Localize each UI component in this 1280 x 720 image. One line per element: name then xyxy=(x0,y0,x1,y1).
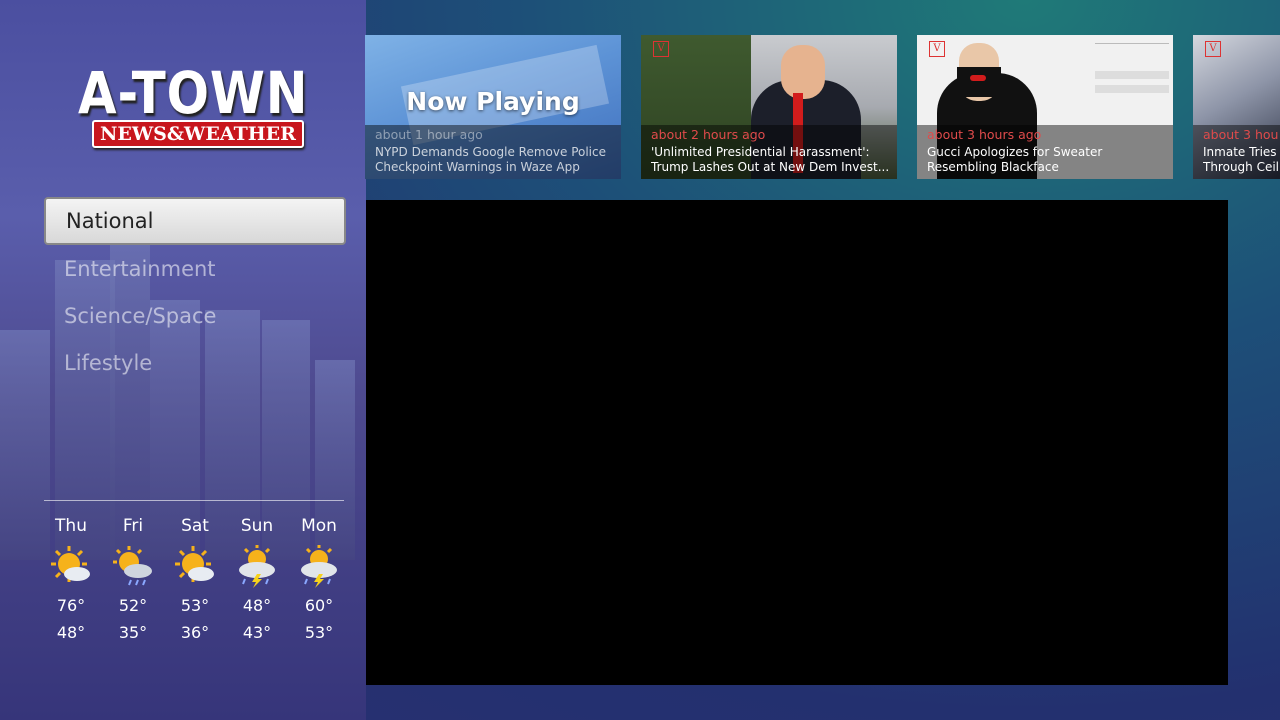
nav-item-science-space[interactable]: Science/Space xyxy=(44,293,346,339)
high-temp: 48° xyxy=(242,596,272,615)
day-name: Sun xyxy=(240,516,274,536)
thumbnail-title-line: Resembling Blackface xyxy=(927,160,1059,174)
low-temp: 43° xyxy=(242,623,272,642)
thumbnail-title: NYPD Demands Google Remove Police Checkp… xyxy=(375,145,618,175)
forecast-divider xyxy=(44,500,344,501)
high-temp: 52° xyxy=(118,596,148,615)
forecast-day: Fri 52° 35° xyxy=(102,516,164,646)
nav-item-lifestyle[interactable]: Lifestyle xyxy=(44,340,346,386)
low-temp: 53° xyxy=(304,623,334,642)
forecast-day: Sat 53° 36° xyxy=(164,516,226,646)
thumbnail-time: about 3 hours ago xyxy=(927,127,1042,142)
vice-logo-icon: V xyxy=(653,41,669,57)
day-name: Fri xyxy=(122,516,144,536)
sun-rain-icon xyxy=(102,540,164,592)
forecast-day: Thu 76° 48° xyxy=(40,516,102,646)
thumbnail-title-line: Through Ceil xyxy=(1203,160,1280,174)
thumbnail-title: 'Unlimited Presidential Harassment': Tru… xyxy=(651,145,894,175)
thumbnail-title: Gucci Apologizes for Sweater Resembling … xyxy=(927,145,1170,175)
sun-thunderstorm-icon xyxy=(288,540,350,592)
day-name: Thu xyxy=(55,516,87,536)
high-temp: 76° xyxy=(56,596,86,615)
thumbnail-title-line: NYPD Demands Google Remove Police xyxy=(375,145,606,159)
sunny-partly-cloudy-icon xyxy=(164,540,226,592)
high-temp: 53° xyxy=(180,596,210,615)
forecast-day: Sun 48° 43° xyxy=(226,516,288,646)
vice-logo-icon: V xyxy=(929,41,945,57)
logo-sub-text: NEWS&WEATHER xyxy=(92,120,304,148)
video-player[interactable] xyxy=(366,200,1228,685)
thumbnail-title-line: Gucci Apologizes for Sweater xyxy=(927,145,1103,159)
day-name: Sat xyxy=(181,516,209,536)
high-temp: 60° xyxy=(304,596,334,615)
sun-thunderstorm-icon xyxy=(226,540,288,592)
video-thumbnail[interactable]: V about 3 hours ago Gucci Apologizes for… xyxy=(917,35,1173,179)
low-temp: 48° xyxy=(56,623,86,642)
low-temp: 35° xyxy=(118,623,148,642)
logo-main-text: A-TOWN xyxy=(78,59,309,127)
thumbnail-title-line: Checkpoint Warnings in Waze App xyxy=(375,160,580,174)
day-name: Mon xyxy=(301,516,337,536)
left-panel: A-TOWN NEWS&WEATHER National Entertainme… xyxy=(0,0,366,720)
nav-item-entertainment[interactable]: Entertainment xyxy=(44,246,346,292)
vice-logo-icon: V xyxy=(1205,41,1221,57)
thumbnail-title-line: Inmate Tries xyxy=(1203,145,1277,159)
low-temp: 36° xyxy=(180,623,210,642)
thumbnail-title: Inmate Tries Through Ceil xyxy=(1203,145,1280,175)
video-thumbnail[interactable]: Now Playing about 1 hour ago NYPD Demand… xyxy=(365,35,621,179)
thumbnail-title-line: 'Unlimited Presidential Harassment': xyxy=(651,145,870,159)
thumbnail-time: about 2 hours ago xyxy=(651,127,766,142)
weather-forecast: Thu 76° 48° Fri 52° 35° Sat 53° 36° Sun xyxy=(40,516,350,646)
thumbnail-time: about 1 hour ago xyxy=(375,127,483,142)
app-logo: A-TOWN NEWS&WEATHER xyxy=(78,59,318,148)
nav-item-national[interactable]: National xyxy=(44,197,346,245)
thumbnail-time: about 3 hou xyxy=(1203,127,1279,142)
video-thumbnail[interactable]: V about 2 hours ago 'Unlimited President… xyxy=(641,35,897,179)
thumbnail-title-line: Trump Lashes Out at New Dem Invest... xyxy=(651,160,890,174)
video-thumbnail[interactable]: V about 3 hou Inmate Tries Through Ceil xyxy=(1193,35,1280,179)
sunny-partly-cloudy-icon xyxy=(40,540,102,592)
now-playing-badge: Now Playing xyxy=(406,87,580,116)
forecast-day: Mon 60° 53° xyxy=(288,516,350,646)
category-nav: National Entertainment Science/Space Lif… xyxy=(44,197,346,387)
